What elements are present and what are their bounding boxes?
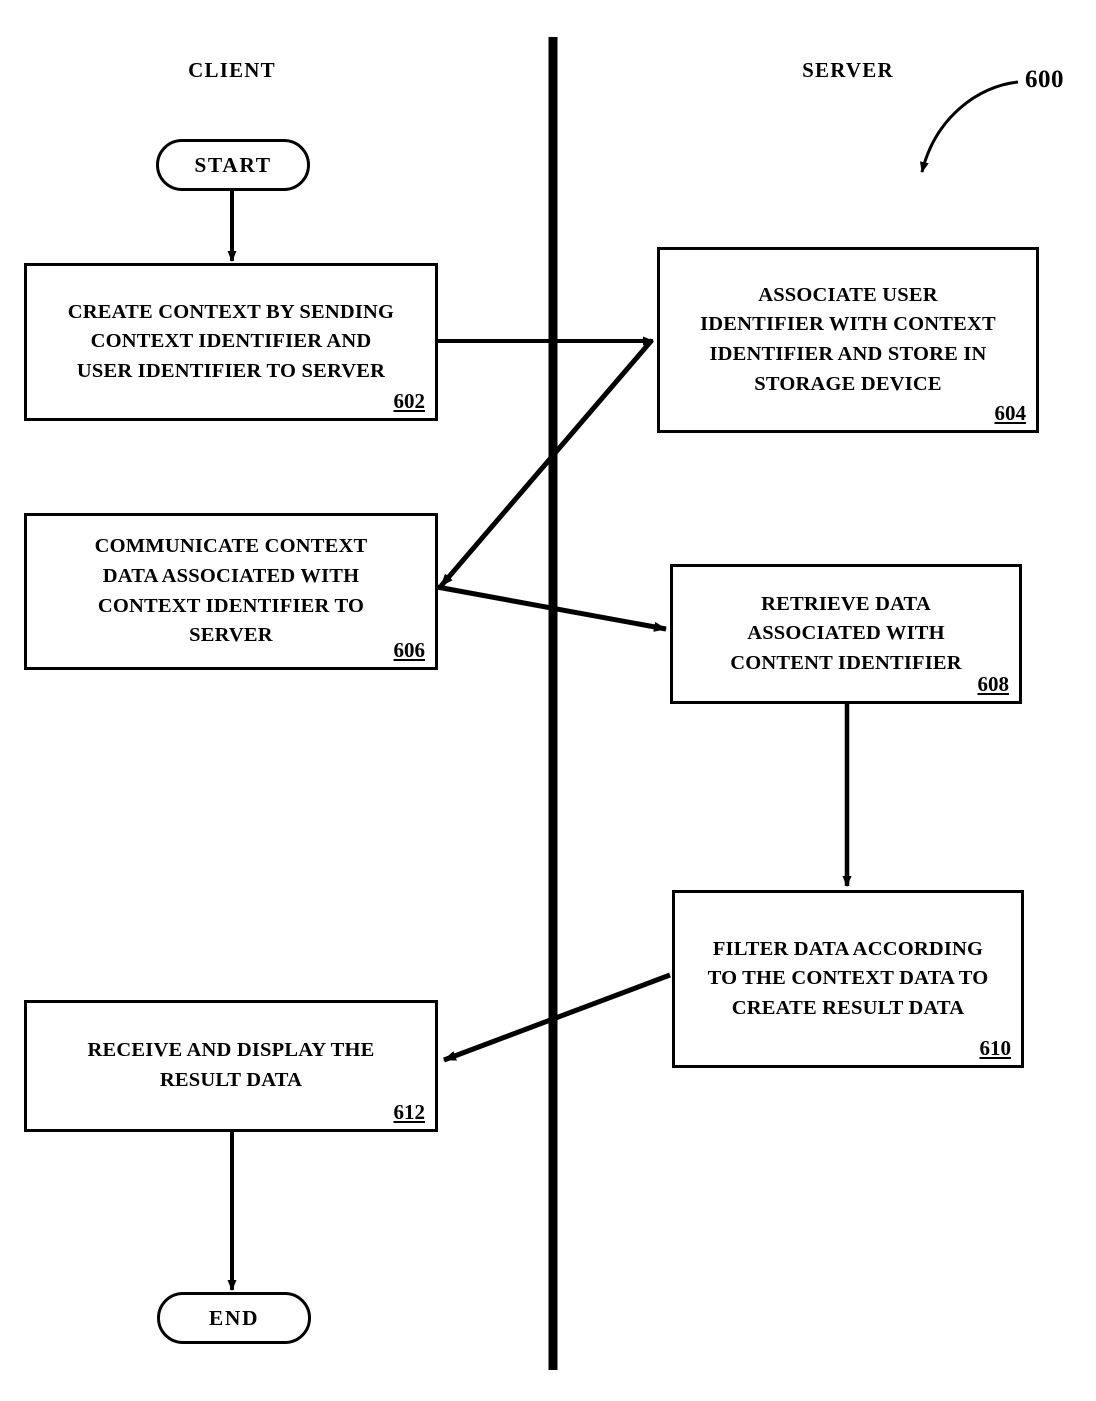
lane-title-server: SERVER <box>802 58 894 82</box>
process-box-604-line-2: IDENTIFIER WITH CONTEXT <box>700 313 996 336</box>
process-box-604: ASSOCIATE USER IDENTIFIER WITH CONTEXT I… <box>657 247 1039 433</box>
step-number-604: 604 <box>994 401 1027 425</box>
process-box-610-line-2: TO THE CONTEXT DATA TO <box>707 967 989 990</box>
figure-leader-line <box>919 80 1019 173</box>
process-box-608-line-3: CONTENT IDENTIFIER <box>730 651 962 674</box>
process-box-610-line-1: FILTER DATA ACCORDING <box>712 937 984 960</box>
start-terminator-label: START <box>194 152 272 177</box>
step-number-602: 602 <box>393 389 426 413</box>
process-box-604-line-4: STORAGE DEVICE <box>754 372 942 395</box>
process-box-612: RECEIVE AND DISPLAY THE RESULT DATA 612 <box>24 1000 438 1132</box>
process-box-602-line-3: USER IDENTIFIER TO SERVER <box>76 359 386 382</box>
lane-title-client: CLIENT <box>188 58 276 82</box>
process-box-608-line-1: RETRIEVE DATA <box>761 592 931 615</box>
process-box-612-line-1: RECEIVE AND DISPLAY THE <box>87 1039 375 1062</box>
process-box-606-line-3: CONTEXT IDENTIFIER TO <box>97 594 365 617</box>
end-terminator-label: END <box>208 1305 260 1330</box>
process-box-602: CREATE CONTEXT BY SENDING CONTEXT IDENTI… <box>24 263 438 421</box>
process-box-608-line-2: ASSOCIATED WITH <box>747 622 945 645</box>
process-box-612-line-2: RESULT DATA <box>159 1069 303 1091</box>
step-number-606: 606 <box>393 638 426 662</box>
process-box-606: COMMUNICATE CONTEXT DATA ASSOCIATED WITH… <box>24 513 438 670</box>
end-terminator: END <box>157 1292 311 1344</box>
process-box-602-line-1: CREATE CONTEXT BY SENDING <box>67 300 395 323</box>
step-number-608: 608 <box>977 672 1010 696</box>
process-box-610: FILTER DATA ACCORDING TO THE CONTEXT DAT… <box>672 890 1024 1068</box>
step-number-612: 612 <box>393 1100 426 1124</box>
process-box-604-line-3: IDENTIFIER AND STORE IN <box>709 343 987 365</box>
process-box-606-line-1: COMMUNICATE CONTEXT <box>94 535 368 558</box>
figure-reference-numeral: 600 <box>1025 66 1064 93</box>
process-box-606-line-4: SERVER <box>189 624 273 647</box>
edge-604-to-606 <box>439 338 654 588</box>
process-box-606-line-2: DATA ASSOCIATED WITH <box>102 564 360 587</box>
step-number-610: 610 <box>979 1036 1012 1060</box>
process-box-604-line-1: ASSOCIATE USER <box>758 283 938 306</box>
start-terminator: START <box>156 139 310 191</box>
process-box-608: RETRIEVE DATA ASSOCIATED WITH CONTENT ID… <box>670 564 1022 704</box>
figure-canvas: CLIENT SERVER 600 START CREATE CONTEXT B… <box>0 0 1096 1401</box>
process-box-602-line-2: CONTEXT IDENTIFIER AND <box>90 330 372 353</box>
process-box-610-line-3: CREATE RESULT DATA <box>731 996 965 1019</box>
